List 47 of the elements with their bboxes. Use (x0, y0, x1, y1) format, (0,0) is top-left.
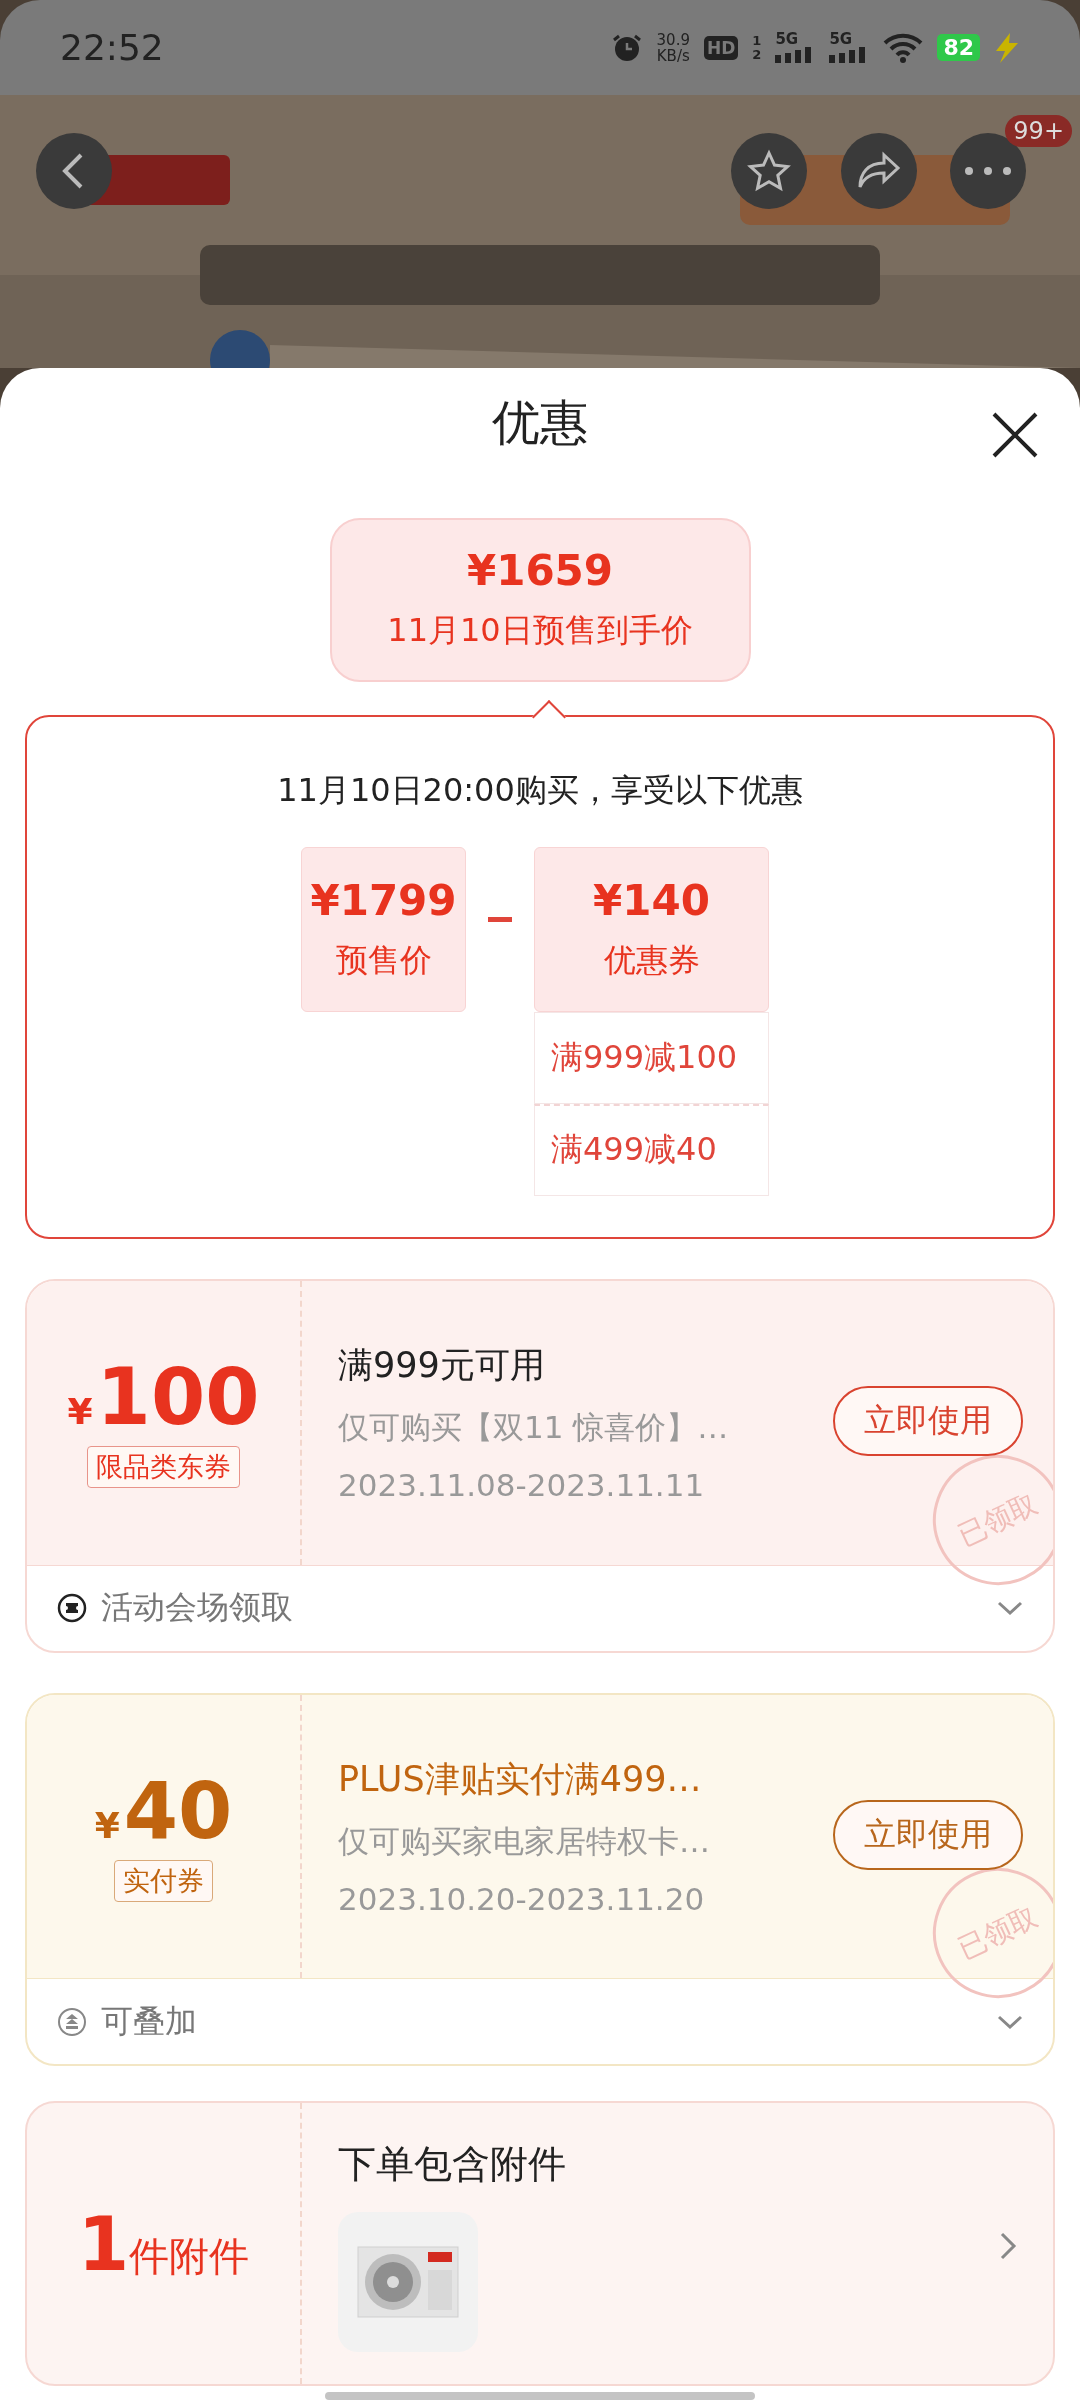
star-icon (747, 149, 791, 193)
network-type: 5G (775, 32, 799, 47)
coupon-amount: 100 (96, 1358, 260, 1436)
sim-slots: 1 2 (752, 33, 762, 62)
sheet-title: 优惠 (492, 392, 588, 452)
wifi-icon (883, 32, 924, 63)
more-icon (964, 166, 1012, 176)
final-price-label: 11月10日预售到手价 (387, 610, 693, 652)
use-now-button[interactable]: 立即使用 (833, 1799, 1023, 1870)
presale-label: 预售价 (335, 939, 432, 981)
chevron-down-icon[interactable] (997, 2013, 1023, 2030)
chevron-right-icon[interactable] (999, 2231, 1017, 2262)
minus-icon (488, 916, 512, 922)
battery-level: 82 (937, 34, 980, 61)
currency-sign: ¥ (94, 1804, 120, 1846)
accessory-count: 1件附件 (77, 2200, 250, 2287)
notification-badge: 99+ (1005, 115, 1072, 147)
discount-item: 满999减100 (534, 1011, 769, 1104)
discount-item: 满499减40 (534, 1103, 769, 1196)
coupon-validity: 2023.10.20-2023.11.20 (338, 1881, 705, 1918)
coupon-source: 可叠加 (101, 2000, 198, 2042)
status-time: 22:52 (60, 27, 164, 68)
coupon-total-label: 优惠券 (603, 939, 700, 981)
ticket-icon (57, 1593, 87, 1624)
coupon-title: 满999元可用 (338, 1344, 545, 1388)
coupon-description: 仅可购买家电家居特权卡… (338, 1822, 710, 1862)
charging-icon (994, 32, 1020, 63)
coupon-total: ¥140 (593, 875, 710, 925)
coupon-description: 仅可购买【双11 惊喜价】… (338, 1408, 729, 1448)
presale-price: ¥1799 (310, 875, 457, 925)
accessory-card[interactable]: 1件附件 下单包含附件 (25, 2101, 1055, 2386)
coupon-validity: 2023.11.08-2023.11.11 (338, 1467, 705, 1504)
coupon-amount: 40 (123, 1771, 233, 1850)
coupon-tag: 实付券 (114, 1859, 213, 1902)
coupon-title: PLUS津贴实付满499… (338, 1758, 702, 1802)
coupon-tag: 限品类东券 (87, 1446, 240, 1488)
coupon-source: 活动会场领取 (101, 1587, 294, 1629)
network-speed: 30.9 KB/s (656, 31, 690, 64)
final-price: ¥1659 (466, 546, 614, 596)
stack-icon (57, 2006, 87, 2037)
chevron-down-icon[interactable] (997, 1600, 1023, 1617)
network-type: 5G (829, 32, 853, 47)
use-now-button[interactable]: 立即使用 (833, 1386, 1023, 1457)
breakdown-heading: 11月10日20:00购买，享受以下优惠 (277, 769, 803, 811)
hd-indicator: HD (704, 35, 739, 60)
accessory-title: 下单包含附件 (338, 2141, 567, 2189)
currency-sign: ¥ (67, 1391, 93, 1432)
